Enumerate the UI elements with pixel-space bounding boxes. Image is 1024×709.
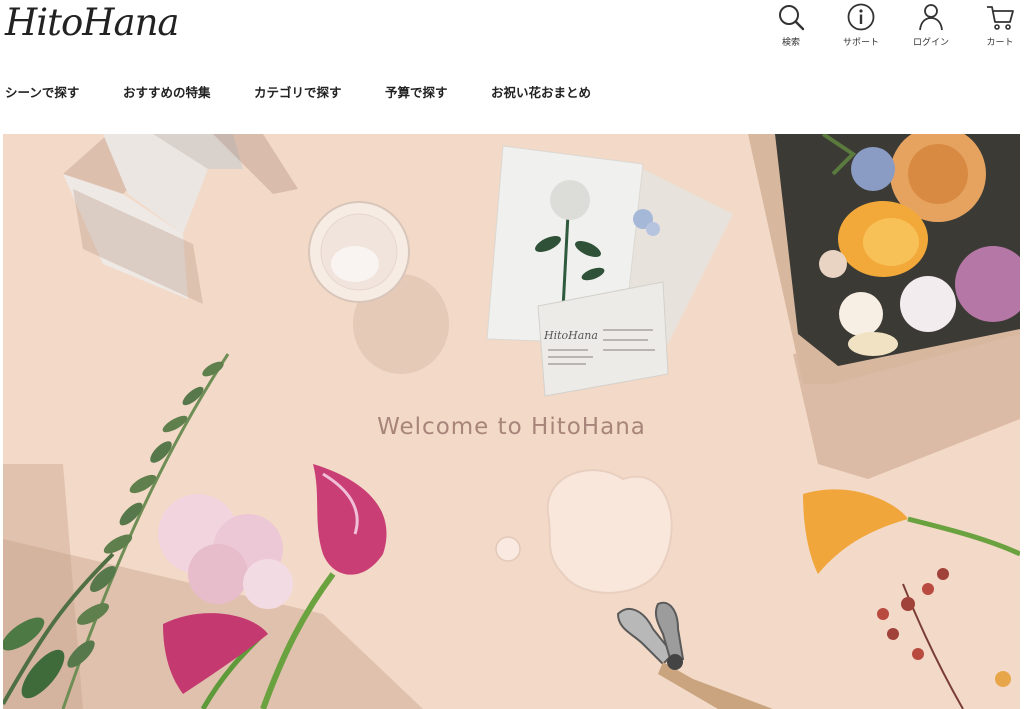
nav-item-category[interactable]: カテゴリで探す [254, 82, 342, 101]
nav-item-budget[interactable]: 予算で探す [385, 82, 448, 101]
nav-item-scene[interactable]: シーンで探す [5, 82, 79, 101]
cart-icon [987, 6, 1014, 30]
nav-item-featured[interactable]: おすすめの特集 [123, 82, 211, 101]
site-logo[interactable]: HitoHana [5, 0, 179, 48]
card-logo: HitoHana [543, 329, 598, 342]
info-icon [847, 3, 875, 31]
search-button[interactable]: 検索 [761, 2, 821, 48]
site-header: HitoHana 検索 サポート ログイン カート [0, 0, 1024, 70]
cart-label: カート [986, 38, 1014, 48]
hero-banner[interactable]: HitoHana Welcome to HitoHana [3, 134, 1020, 709]
support-button[interactable]: サポート [831, 2, 891, 48]
support-label: サポート [842, 38, 879, 48]
nav-item-celebration[interactable]: お祝い花おまとめ [491, 82, 591, 101]
hero-title: Welcome to HitoHana [377, 414, 646, 440]
login-button[interactable]: ログイン [901, 2, 961, 48]
user-icon [919, 4, 943, 31]
login-label: ログイン [912, 38, 949, 48]
search-label: 検索 [781, 38, 800, 48]
main-nav: シーンで探す おすすめの特集 カテゴリで探す 予算で探す お祝い花おまとめ [0, 82, 1024, 106]
cart-button[interactable]: カート [970, 2, 1024, 48]
search-icon [779, 5, 805, 31]
